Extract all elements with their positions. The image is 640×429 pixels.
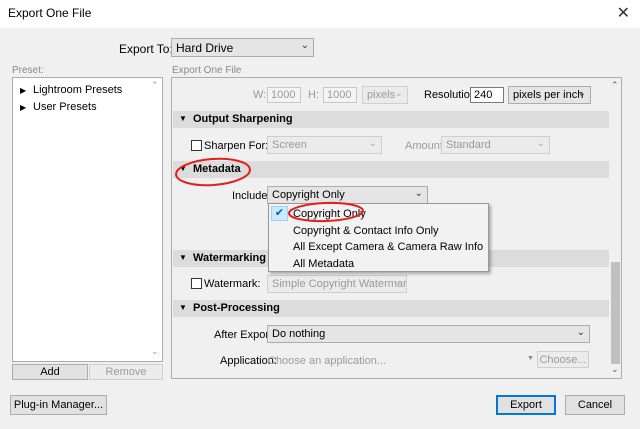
sharpen-for-value: Screen: [272, 139, 307, 151]
menu-item-all-except-camera[interactable]: All Except Camera & Camera Raw Info: [293, 241, 483, 253]
resolution-units-value: pixels per inch: [513, 89, 584, 101]
section-post-processing[interactable]: ▼ Post-Processing: [173, 300, 609, 317]
chevron-down-icon: ⌄: [414, 188, 423, 199]
include-value: Copyright Only: [272, 189, 345, 201]
export-button[interactable]: Export: [496, 395, 556, 415]
chevron-down-icon: ⌄: [394, 88, 403, 99]
scroll-up-icon[interactable]: ⌃: [151, 80, 159, 91]
preset-header: Preset:: [12, 65, 44, 76]
height-input[interactable]: 1000: [323, 87, 357, 103]
remove-preset-button[interactable]: Remove: [89, 364, 163, 380]
resolution-input[interactable]: 240: [470, 87, 504, 103]
export-to-select[interactable]: Hard Drive ⌄: [171, 38, 314, 57]
menu-item-all-metadata[interactable]: All Metadata: [293, 258, 354, 270]
add-preset-button[interactable]: Add: [12, 364, 88, 380]
section-title: Output Sharpening: [193, 113, 293, 125]
units-select[interactable]: pixels ⌄: [362, 86, 408, 104]
units-value: pixels: [367, 89, 396, 101]
sharpen-for-select[interactable]: Screen ⌄: [267, 136, 382, 154]
collapse-triangle-icon: ▼: [179, 114, 187, 123]
scroll-up-icon[interactable]: ⌃: [611, 80, 619, 91]
export-to-label: Export To:: [119, 42, 173, 56]
preset-item-lightroom[interactable]: Lightroom Presets: [33, 84, 122, 96]
sharpen-for-label: Sharpen For:: [204, 140, 269, 152]
watermark-checkbox[interactable]: [191, 278, 202, 289]
amount-select[interactable]: Standard ⌄: [441, 136, 550, 154]
include-label: Include:: [232, 190, 271, 202]
choose-application-button[interactable]: Choose...: [537, 351, 589, 368]
chevron-down-icon: ⌄: [300, 40, 309, 51]
resolution-units-select[interactable]: pixels per inch ⌄: [508, 86, 591, 104]
application-input[interactable]: Choose an application...: [268, 355, 386, 367]
after-export-value: Do nothing: [272, 328, 326, 340]
chevron-down-icon: ⌄: [576, 327, 585, 338]
height-label: H:: [308, 89, 319, 101]
window-title: Export One File: [8, 6, 92, 20]
preset-item-user[interactable]: User Presets: [33, 101, 97, 113]
expand-triangle-icon[interactable]: ▶: [20, 103, 26, 112]
chevron-down-icon: ⌄: [536, 138, 545, 149]
amount-label: Amount:: [405, 140, 446, 152]
after-export-label: After Export:: [214, 329, 276, 341]
close-icon[interactable]: ✕: [617, 3, 630, 23]
menu-item-copyright-contact[interactable]: Copyright & Contact Info Only: [293, 225, 439, 237]
checkmark-icon: ✔: [271, 206, 288, 221]
cancel-button[interactable]: Cancel: [565, 395, 625, 415]
width-input[interactable]: 1000: [267, 87, 301, 103]
section-output-sharpening[interactable]: ▼ Output Sharpening: [173, 111, 609, 128]
preset-list[interactable]: ▶ Lightroom Presets ▶ User Presets ⌃ ⌄: [12, 77, 163, 362]
dropdown-arrow-icon[interactable]: ▼: [527, 355, 534, 362]
menu-item-copyright-only[interactable]: Copyright Only: [293, 208, 366, 220]
expand-triangle-icon[interactable]: ▶: [20, 86, 26, 95]
width-label: W:: [253, 89, 267, 101]
include-select[interactable]: Copyright Only ⌄: [267, 186, 428, 204]
after-export-select[interactable]: Do nothing ⌄: [267, 325, 590, 343]
scrollbar-thumb[interactable]: [611, 262, 620, 364]
watermark-value: Simple Copyright Watermark: [272, 278, 407, 290]
collapse-triangle-icon: ▼: [179, 303, 187, 312]
watermark-label: Watermark:: [204, 278, 261, 290]
section-title: Post-Processing: [193, 302, 280, 314]
title-bar: [0, 0, 640, 28]
section-title: Metadata: [193, 163, 241, 175]
amount-value: Standard: [446, 139, 491, 151]
chevron-down-icon: ⌄: [368, 138, 377, 149]
section-metadata[interactable]: ▼ Metadata: [173, 161, 609, 178]
collapse-triangle-icon: ▼: [179, 164, 187, 173]
section-title: Watermarking: [193, 252, 266, 264]
scroll-down-icon[interactable]: ⌄: [151, 346, 159, 357]
include-dropdown-menu: ✔ Copyright Only Copyright & Contact Inf…: [268, 203, 489, 272]
export-to-value: Hard Drive: [176, 41, 234, 55]
scroll-down-icon[interactable]: ⌄: [611, 364, 619, 375]
watermark-select[interactable]: Simple Copyright Watermark ⌄: [267, 275, 407, 293]
sharpen-for-checkbox[interactable]: [191, 140, 202, 151]
chevron-down-icon: ⌄: [393, 277, 402, 288]
main-header: Export One File: [172, 65, 242, 76]
collapse-triangle-icon: ▼: [179, 253, 187, 262]
plugin-manager-button[interactable]: Plug-in Manager...: [10, 395, 107, 415]
chevron-down-icon: ⌄: [577, 88, 586, 99]
